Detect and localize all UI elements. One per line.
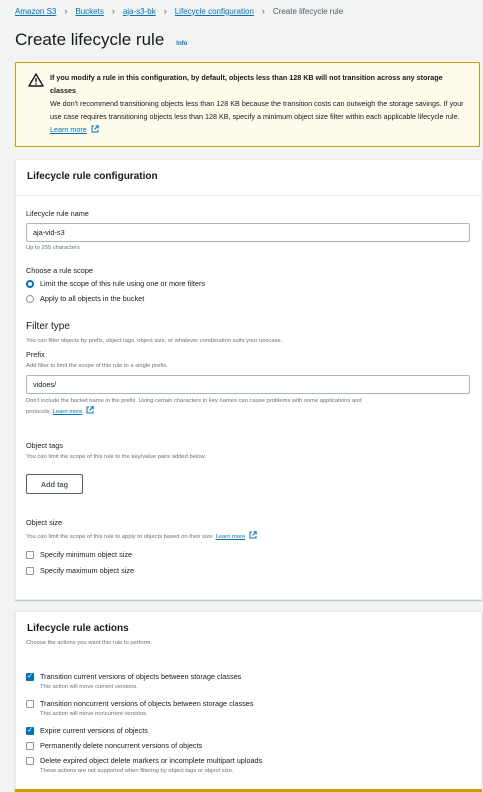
prefix-hint: Don't include the bucket name in the pre… [26, 397, 472, 417]
scope-option-all-objects[interactable]: Apply to all objects in the bucket [26, 294, 144, 303]
action-desc: These actions are not supported when fil… [40, 768, 234, 774]
object-size-label: Object size [26, 518, 63, 527]
chevron-right-icon: › [163, 6, 167, 16]
chevron-right-icon: › [111, 6, 115, 16]
action-desc: This action will move noncurrent version… [40, 711, 148, 717]
min-size-label: Specify minimum object size [40, 550, 133, 559]
breadcrumb-lifecycle-configuration[interactable]: Lifecycle configuration [175, 7, 254, 16]
panel-header: Lifecycle rule actions [27, 623, 129, 634]
external-link-icon [86, 406, 94, 414]
checkbox-icon[interactable] [26, 550, 34, 559]
breadcrumb-buckets[interactable]: Buckets [75, 7, 103, 16]
prefix-hint-text: Don't include the bucket name in the pre… [26, 398, 362, 404]
actions-desc: Choose the actions you want this rule to… [26, 640, 152, 646]
rule-scope-label: Choose a rule scope [26, 266, 93, 275]
checkbox-icon[interactable] [26, 741, 34, 750]
action-transition-noncurrent[interactable]: Transition noncurrent versions of object… [26, 699, 253, 708]
chevron-right-icon: › [64, 6, 68, 16]
rule-name-input[interactable] [26, 223, 470, 242]
scope-option-filters[interactable]: Limit the scope of this rule using one o… [26, 279, 205, 288]
external-link-icon [91, 124, 99, 133]
prefix-desc: Add filter to limit the scope of this ru… [26, 363, 168, 369]
radio-icon[interactable] [26, 294, 34, 303]
rule-name-label: Lifecycle rule name [26, 209, 89, 218]
scope-option-label: Limit the scope of this rule using one o… [40, 279, 206, 288]
min-size-checkbox-row[interactable]: Specify minimum object size [26, 550, 132, 559]
object-size-desc-text: You can limit the scope of this rule to … [26, 534, 214, 540]
checkbox-checked-icon[interactable]: ✓ [26, 672, 34, 681]
action-delete-noncurrent[interactable]: Permanently delete noncurrent versions o… [26, 741, 202, 750]
object-size-desc: You can limit the scope of this rule to … [26, 531, 257, 542]
lifecycle-rule-actions-panel: Lifecycle rule actions Choose the action… [15, 611, 482, 792]
radio-selected-icon[interactable] [26, 279, 34, 288]
action-label: Transition current versions of objects b… [40, 672, 242, 681]
checkbox-icon[interactable] [26, 699, 34, 708]
page-title: Create lifecycle rule [15, 30, 165, 49]
object-size-learn-more-link[interactable]: Learn more [216, 534, 246, 540]
max-size-checkbox-row[interactable]: Specify maximum object size [26, 566, 134, 575]
prefix-learn-more-link[interactable]: Learn more [53, 409, 83, 415]
prefix-input[interactable] [26, 375, 470, 394]
action-label: Permanently delete noncurrent versions o… [40, 741, 203, 750]
checkbox-icon[interactable] [26, 756, 34, 765]
lifecycle-rule-configuration-panel: Lifecycle rule configuration Lifecycle r… [15, 159, 482, 600]
add-tag-button[interactable]: Add tag [26, 474, 83, 494]
page-header: Create lifecycle rule Info [15, 30, 187, 50]
checkbox-icon[interactable] [26, 566, 34, 575]
prefix-label: Prefix [26, 350, 45, 359]
action-delete-markers[interactable]: Delete expired object delete markers or … [26, 756, 262, 765]
max-size-label: Specify maximum object size [40, 566, 135, 575]
rule-name-hint: Up to 255 characters [26, 245, 80, 251]
external-link-icon [249, 531, 257, 539]
alert-text: We don't recommend transitioning objects… [50, 99, 464, 121]
object-tags-label: Object tags [26, 441, 63, 450]
action-desc: This action will move current versions. [40, 684, 138, 690]
info-link[interactable]: Info [176, 41, 187, 47]
alert-learn-more-link[interactable]: Learn more [50, 125, 87, 134]
action-label: Expire current versions of objects [40, 726, 148, 735]
checkbox-checked-icon[interactable]: ✓ [26, 726, 34, 735]
warning-icon [28, 73, 50, 138]
breadcrumb-amazon-s3[interactable]: Amazon S3 [15, 7, 56, 16]
chevron-right-icon: › [261, 6, 265, 16]
action-label: Delete expired object delete markers or … [40, 756, 263, 765]
action-label: Transition noncurrent versions of object… [40, 699, 254, 708]
panel-header: Lifecycle rule configuration [16, 160, 481, 196]
prefix-hint-text-2: protocols. [26, 409, 52, 415]
warning-alert: If you modify a rule in this configurati… [15, 62, 480, 147]
breadcrumb-current: Create lifecycle rule [272, 6, 344, 16]
filter-type-desc: You can filter objects by prefix, object… [26, 338, 283, 344]
action-expire-current[interactable]: ✓ Expire current versions of objects [26, 726, 148, 735]
breadcrumb-bucket[interactable]: aja-s3-bk [123, 7, 156, 16]
action-transition-current[interactable]: ✓ Transition current versions of objects… [26, 672, 241, 681]
object-tags-desc: You can limit the scope of this rule to … [26, 454, 206, 460]
alert-title: If you modify a rule in this configurati… [50, 73, 443, 95]
filter-type-title: Filter type [26, 321, 70, 332]
breadcrumb: Amazon S3 › Buckets › aja-s3-bk › Lifecy… [15, 6, 343, 16]
scope-option-label: Apply to all objects in the bucket [40, 294, 145, 303]
